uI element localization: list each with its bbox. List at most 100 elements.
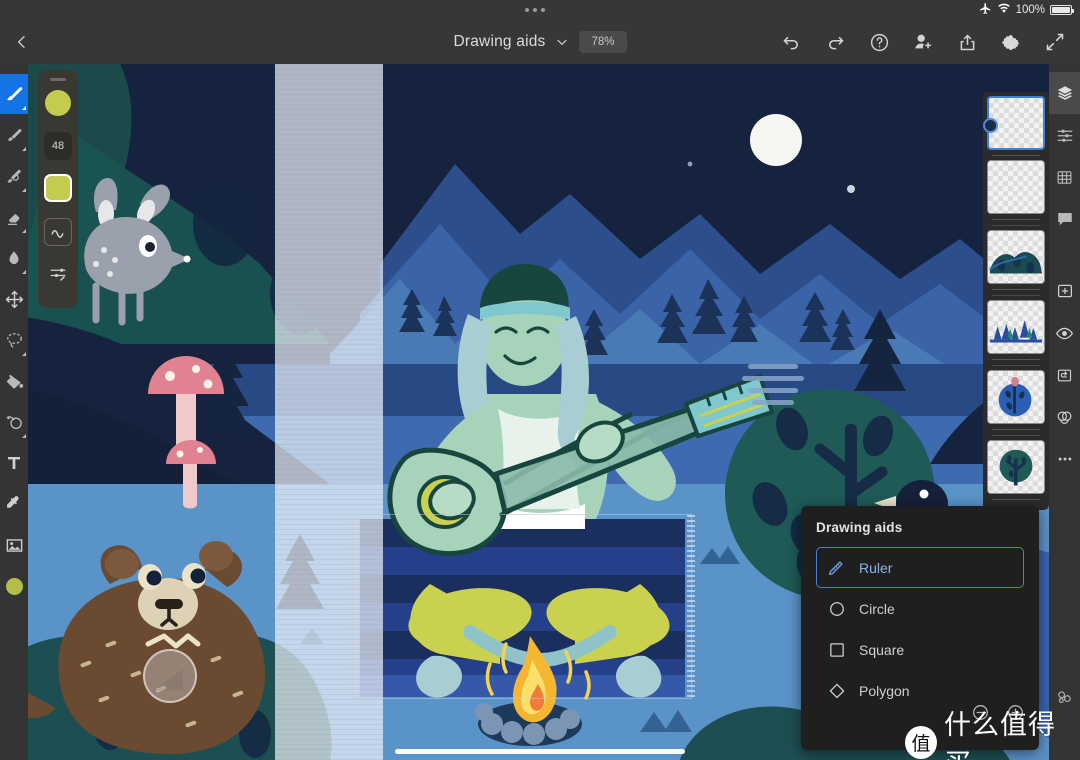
live-brush-tool[interactable] [0,115,28,155]
layer-thumbnail-5[interactable] [987,370,1045,424]
redo-button[interactable] [816,23,854,61]
clip-mask-button[interactable] [1049,354,1080,396]
battery-percent-label: 100% [1015,4,1045,16]
more-options-button[interactable] [1049,438,1080,480]
text-tool[interactable] [0,443,28,483]
fill-tool[interactable] [0,361,28,401]
list-item[interactable] [987,300,1045,354]
layer-divider [992,295,1040,296]
rail-bottom-slot[interactable] [1049,718,1080,760]
drawing-aid-square[interactable]: Square [816,629,1024,670]
layer-divider [992,219,1040,220]
drawing-aids-title: Drawing aids [816,520,903,535]
battery-full-icon [1050,5,1074,15]
layer-thumbnail-2[interactable] [987,160,1045,214]
layer-divider [992,289,1040,290]
tool-expand-corner [22,352,26,356]
layer-thumbnail-6[interactable] [987,440,1045,494]
tool-rail [0,64,28,760]
grid-button[interactable] [1049,156,1080,198]
eraser-tool[interactable] [0,197,28,237]
layer-divider [992,359,1040,360]
brush-color-circle[interactable] [45,90,71,116]
eyedropper-tool[interactable] [0,484,28,524]
fullscreen-button[interactable] [1036,23,1074,61]
smudge-tool[interactable] [0,238,28,278]
layer-thumbnail-3[interactable] [987,230,1045,284]
tool-expand-corner [22,106,26,110]
layers-panel-button[interactable] [1049,72,1080,114]
plus-circle-icon[interactable] [1006,703,1025,722]
help-button[interactable] [860,23,898,61]
layers-panel[interactable] [983,92,1049,510]
share-button[interactable] [948,23,986,61]
comments-button[interactable] [1049,198,1080,240]
color-swatch-button[interactable] [0,566,28,606]
brush-settings-panel: 48 [38,70,78,308]
tool-expand-corner [22,270,26,274]
square-icon [827,640,846,659]
zoom-level-badge[interactable]: 78% [579,31,627,53]
layer-divider [992,429,1040,430]
layer-properties-button[interactable] [1049,114,1080,156]
layer-divider [992,499,1040,500]
settings-button[interactable] [992,23,1030,61]
layer-divider [992,365,1040,366]
layer-divider [992,225,1040,226]
multitask-handle[interactable] [525,8,545,12]
brush-settings-sliders-icon[interactable] [44,262,72,286]
drawing-aids-popup: Drawing aids Ruler Circle Square Polygon [801,506,1039,750]
top-actions [772,20,1074,64]
status-indicators: 100% [979,2,1074,18]
lasso-select-tool[interactable] [0,320,28,360]
brush-color-swatch[interactable] [44,174,72,202]
layer-divider [992,155,1040,156]
drawing-aid-circle[interactable]: Circle [816,588,1024,629]
app-window: 100% Drawing aids 78% 48 Drawing aids Ru… [0,0,1080,760]
list-item[interactable] [987,370,1045,424]
diamond-icon [827,681,846,700]
panel-drag-handle[interactable] [50,78,66,81]
list-item[interactable] [987,230,1045,284]
active-color-swatch [5,577,23,595]
vector-brush-tool[interactable] [0,156,28,196]
circle-icon [827,599,846,618]
drawing-aid-circle-label: Circle [859,600,895,617]
list-item[interactable] [983,96,1045,150]
minus-circle-icon[interactable] [971,703,990,722]
undo-button[interactable] [772,23,810,61]
status-bar: 100% [0,0,1080,20]
tool-expand-corner [22,147,26,151]
page-title[interactable]: Drawing aids [453,33,545,51]
invite-button[interactable] [904,23,942,61]
layer-selected-indicator [983,118,998,133]
blend-mode-button[interactable] [1049,396,1080,438]
drawing-aid-ruler[interactable]: Ruler [816,547,1024,588]
ruler-icon [827,558,846,577]
transform-tool[interactable] [0,279,28,319]
visibility-button[interactable] [1049,312,1080,354]
list-item[interactable] [987,440,1045,494]
polygon-sides-stepper [971,703,1025,722]
back-button[interactable] [0,20,44,64]
wifi-icon [997,2,1011,18]
home-indicator[interactable] [395,749,685,754]
pixel-brush-tool[interactable] [0,74,28,114]
airplane-mode-icon [979,2,992,18]
brush-size-value[interactable]: 48 [44,132,72,160]
wave-smoothing-icon[interactable] [44,218,72,246]
drawing-aid-ruler-label: Ruler [859,559,893,576]
shape-select-tool[interactable] [0,402,28,442]
publish-button[interactable] [1049,676,1080,718]
chevron-down-icon[interactable] [555,35,569,49]
tool-expand-corner [22,188,26,192]
tool-expand-corner [22,229,26,233]
layer-thumbnail-4[interactable] [987,300,1045,354]
place-image-tool[interactable] [0,525,28,565]
tool-expand-corner [22,434,26,438]
layer-divider [992,435,1040,436]
right-panel-rail [1049,64,1080,760]
list-item[interactable] [987,160,1045,214]
top-toolbar: Drawing aids 78% [0,20,1080,64]
add-layer-button[interactable] [1049,270,1080,312]
